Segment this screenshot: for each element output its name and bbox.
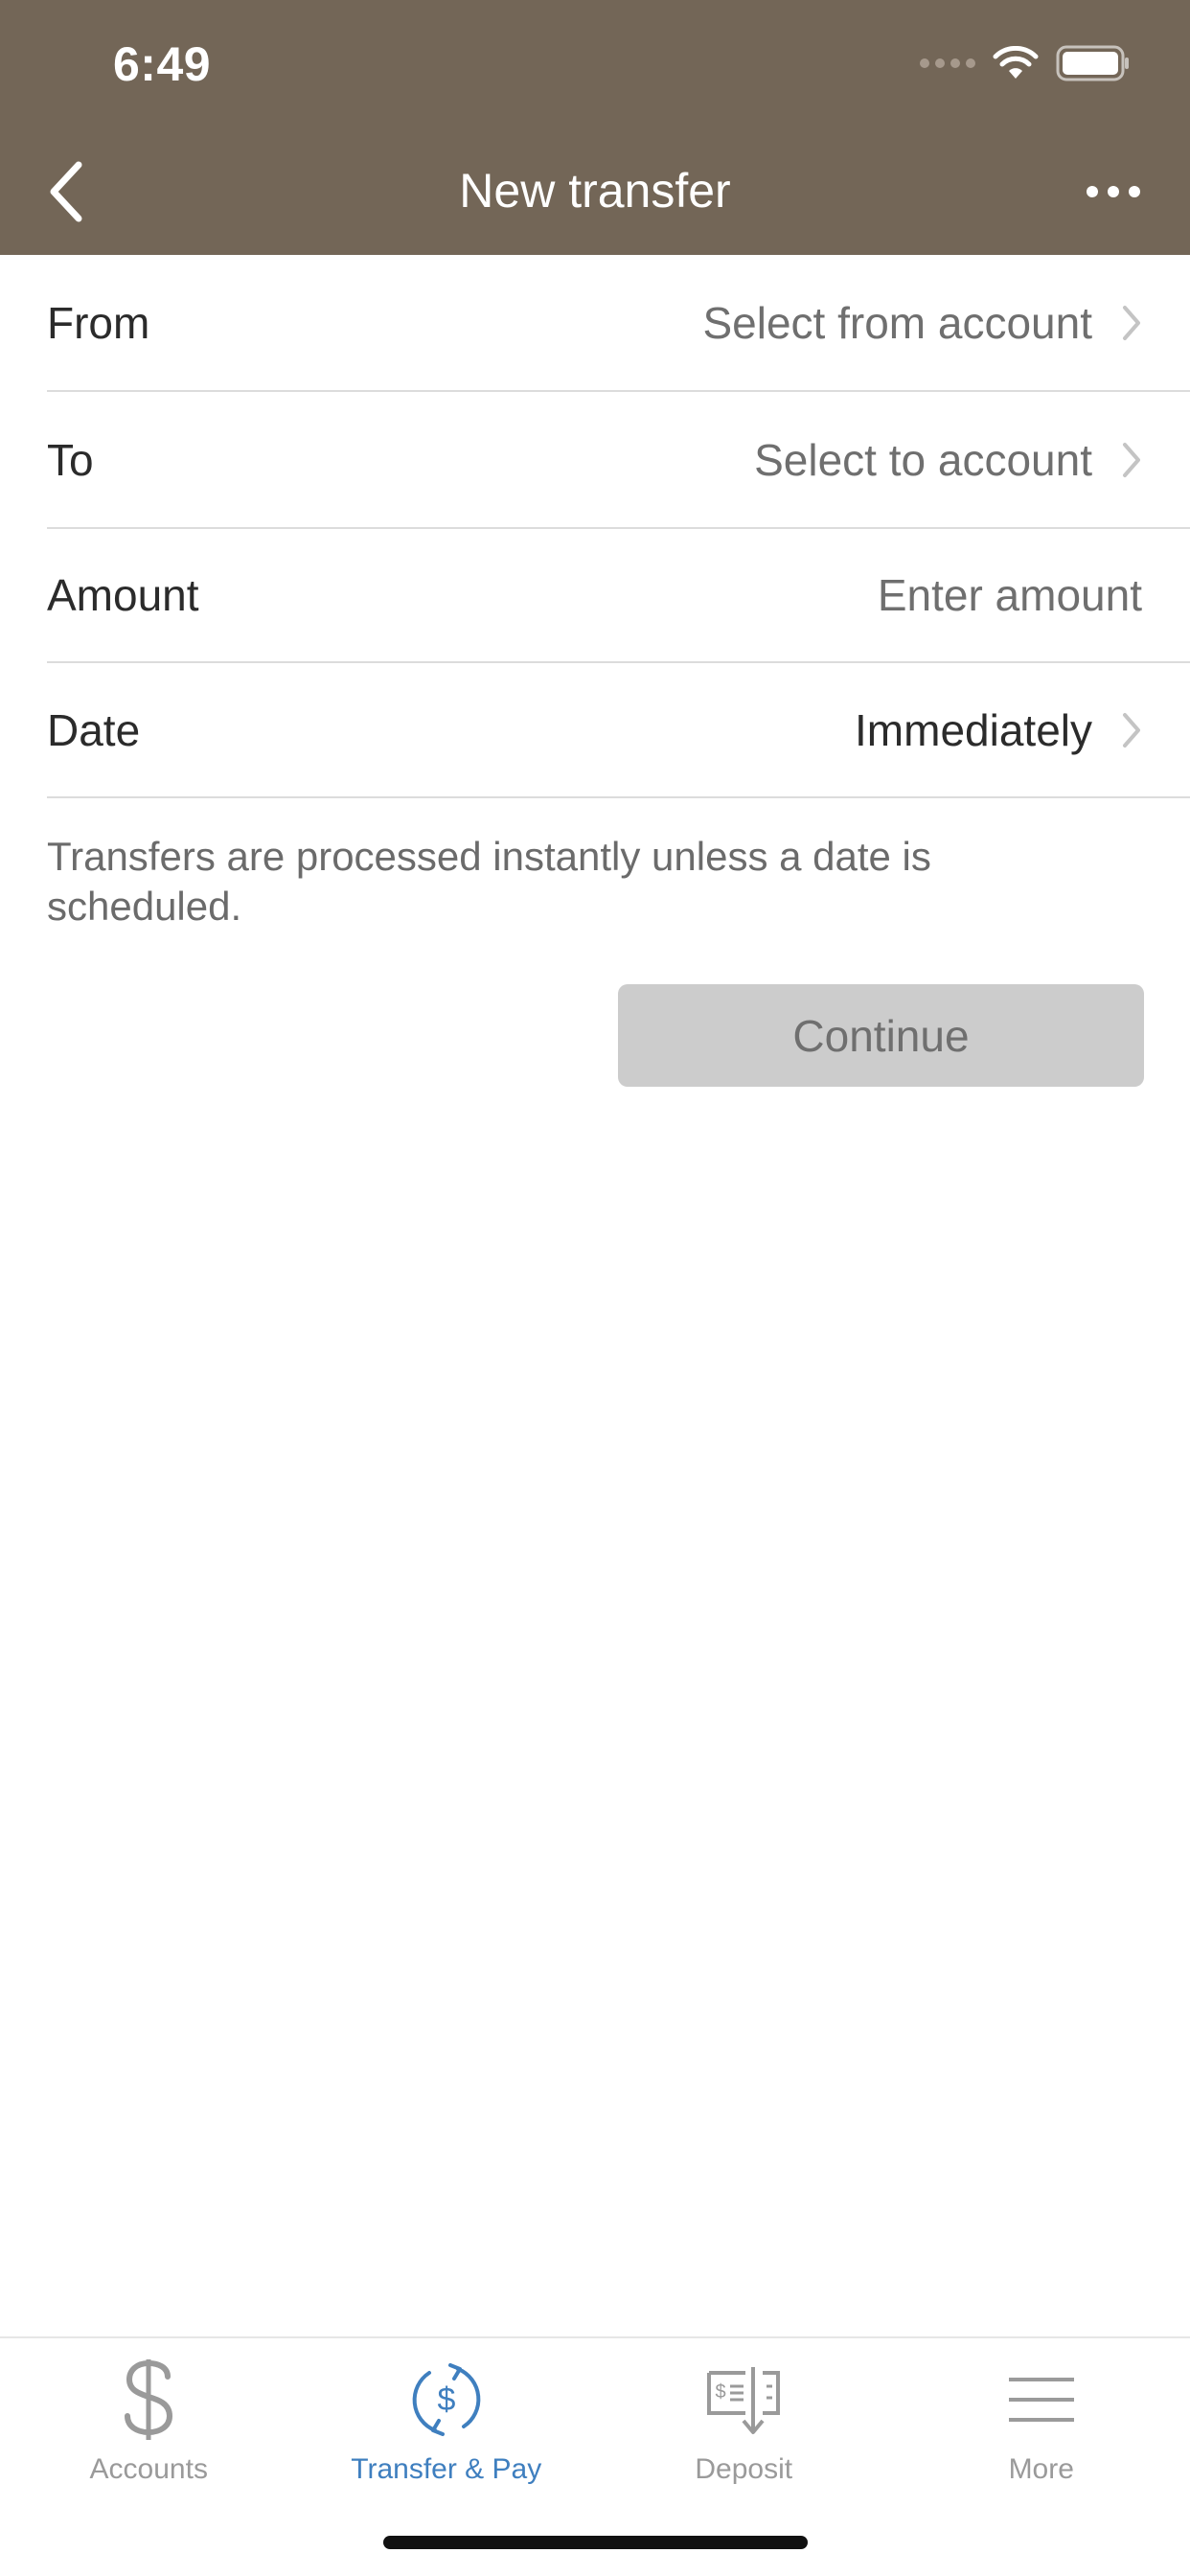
from-account-row[interactable]: From Select from account: [47, 255, 1190, 392]
transfer-form: From Select from account To Select to ac…: [0, 255, 1190, 798]
chevron-right-icon: [1121, 711, 1142, 749]
tab-more[interactable]: More: [893, 2338, 1190, 2576]
amount-label: Amount: [47, 570, 199, 620]
tab-label: Transfer & Pay: [351, 2453, 542, 2485]
home-indicator: [383, 2536, 808, 2549]
to-label: To: [47, 434, 94, 485]
to-account-value: Select to account: [754, 434, 1092, 485]
tab-label: Deposit: [695, 2453, 793, 2485]
dollar-icon: [120, 2352, 177, 2448]
svg-text:$: $: [437, 2381, 455, 2418]
amount-input[interactable]: Enter amount: [878, 569, 1142, 621]
amount-row[interactable]: Amount Enter amount: [47, 529, 1190, 663]
help-text: Transfers are processed instantly unless…: [47, 834, 931, 929]
status-time: 6:49: [113, 37, 212, 91]
menu-icon: [1007, 2352, 1076, 2448]
transfer-pay-icon: $: [408, 2352, 485, 2448]
from-account-value: Select from account: [702, 297, 1092, 348]
from-label: From: [47, 297, 150, 348]
status-icons: [920, 42, 1131, 84]
more-options-button[interactable]: [1075, 153, 1152, 230]
page-title: New transfer: [459, 164, 731, 218]
date-row[interactable]: Date Immediately: [47, 663, 1190, 798]
date-label: Date: [47, 704, 141, 755]
signal-icon: [920, 58, 975, 68]
date-value: Immediately: [855, 704, 1092, 755]
battery-icon: [1056, 45, 1131, 81]
tab-label: Accounts: [89, 2453, 208, 2485]
wifi-icon: [993, 46, 1039, 80]
chevron-right-icon: [1121, 441, 1142, 479]
chevron-right-icon: [1121, 304, 1142, 342]
svg-text:$: $: [716, 2381, 726, 2403]
tab-label: More: [1008, 2453, 1074, 2485]
continue-button[interactable]: Continue: [618, 984, 1144, 1087]
app-header: 6:49 New transfer: [0, 0, 1190, 255]
check-deposit-icon: $: [705, 2352, 782, 2448]
ellipsis-icon: [1087, 186, 1140, 197]
tab-accounts[interactable]: Accounts: [0, 2338, 298, 2576]
to-account-row[interactable]: To Select to account: [47, 392, 1190, 529]
